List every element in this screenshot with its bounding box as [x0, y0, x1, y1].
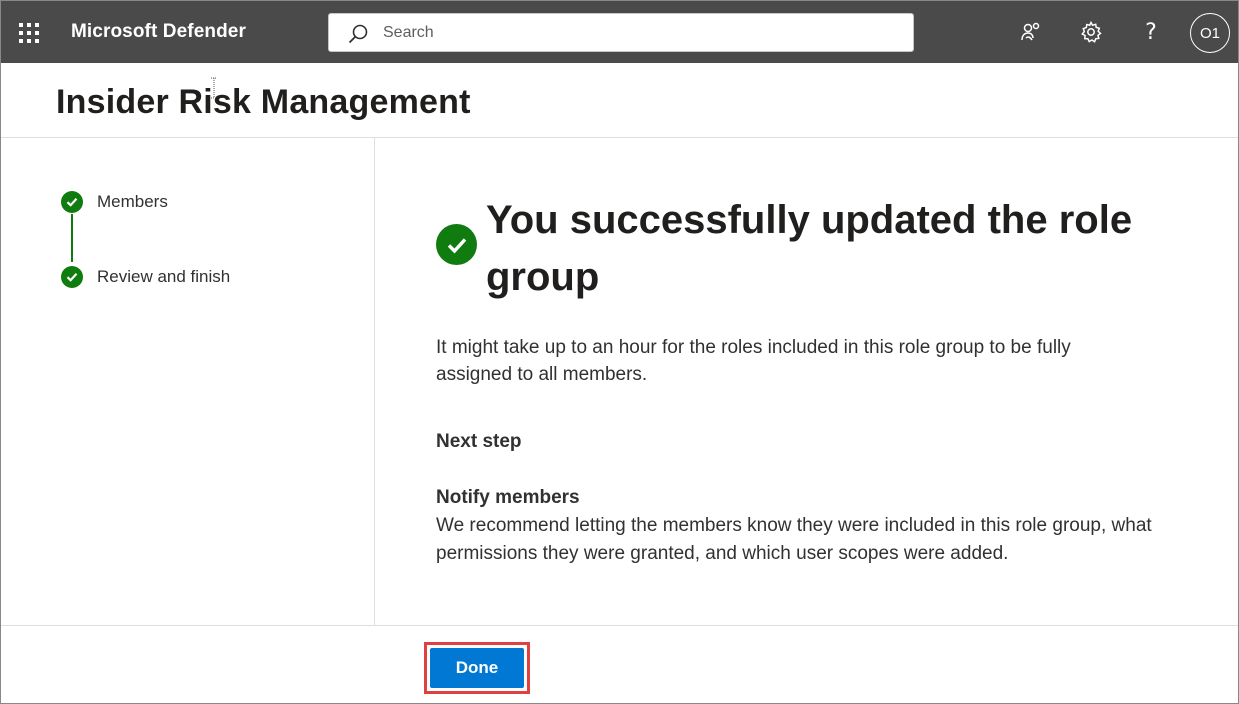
app-window: Microsoft Defender ?: [0, 0, 1239, 704]
check-icon: [61, 266, 83, 288]
app-launcher-icon[interactable]: [19, 23, 41, 45]
search-icon: [348, 24, 368, 44]
success-heading: You successfully updated the role group: [486, 198, 1133, 299]
app-title[interactable]: Microsoft Defender: [71, 21, 246, 43]
settings-gear-icon[interactable]: [1078, 19, 1104, 45]
step-connector: [71, 214, 73, 262]
next-step-heading: Next step: [436, 431, 522, 452]
text-cursor-icon: [211, 77, 217, 99]
top-navigation-bar: Microsoft Defender ?: [1, 1, 1238, 63]
step-label: Members: [97, 192, 168, 211]
notify-members-heading: Notify members: [436, 487, 580, 508]
wizard-stepper-panel: [1, 138, 375, 625]
step-label: Review and finish: [97, 267, 231, 286]
check-icon: [61, 191, 83, 213]
community-icon[interactable]: [1018, 19, 1044, 45]
page-title: Insider Risk Management: [56, 83, 471, 121]
search-input[interactable]: [383, 14, 903, 51]
info-text: It might take up to an hour for the role…: [436, 337, 1071, 385]
done-button[interactable]: Done: [430, 648, 524, 688]
step-members[interactable]: Members: [61, 191, 168, 213]
search-box[interactable]: [328, 13, 914, 52]
notify-members-text: We recommend letting the members know th…: [436, 515, 1152, 564]
success-check-icon: [436, 224, 477, 265]
avatar[interactable]: O1: [1190, 13, 1230, 53]
help-icon[interactable]: ?: [1138, 19, 1164, 45]
step-review-and-finish[interactable]: Review and finish: [61, 266, 230, 288]
footer-divider: [1, 625, 1238, 626]
